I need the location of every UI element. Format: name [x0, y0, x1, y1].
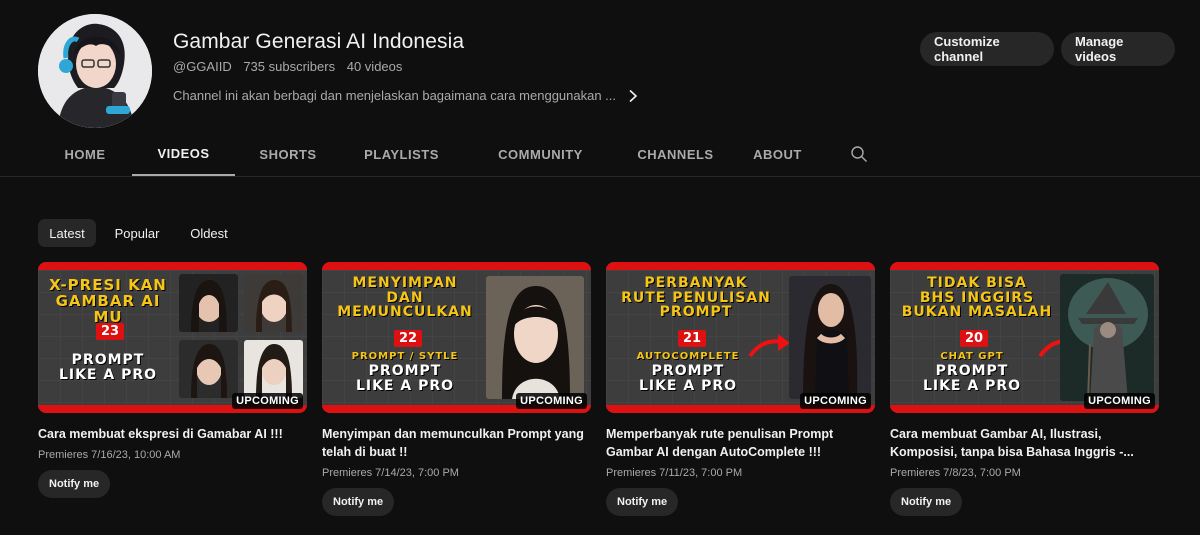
tab-home[interactable]: HOME: [38, 132, 132, 176]
thumbnail-heading: PERBANYAK RUTE PENULISAN PROMPT: [621, 275, 771, 321]
video-thumbnail[interactable]: X-PRESI KAN GAMBAR AI MU 23 PROMPT LIKE …: [38, 262, 307, 413]
thumbnail-subheading: PROMPT / SYTLE: [351, 351, 459, 362]
portrait-image: [244, 340, 303, 398]
video-card[interactable]: X-PRESI KAN GAMBAR AI MU 23 PROMPT LIKE …: [38, 262, 307, 498]
channel-tabs: HOME VIDEOS SHORTS PLAYLISTS COMMUNITY C…: [38, 132, 823, 176]
notify-me-button[interactable]: Notify me: [890, 488, 963, 516]
thumbnail-tagline: PROMPT LIKE A PRO: [58, 352, 158, 383]
upcoming-badge: UPCOMING: [232, 393, 303, 409]
portrait-image: [179, 340, 238, 398]
thumbnail-top-bar: [322, 262, 591, 270]
thumbnail-top-bar: [606, 262, 875, 270]
notify-me-button[interactable]: Notify me: [38, 470, 111, 498]
filter-latest[interactable]: Latest: [38, 219, 96, 247]
filter-popular[interactable]: Popular: [104, 219, 170, 247]
channel-description-text: Channel ini akan berbagi dan menjelaskan…: [173, 88, 617, 103]
video-title[interactable]: Menyimpan dan memunculkan Prompt yang te…: [322, 425, 591, 461]
thumbnail-heading: X-PRESI KAN GAMBAR AI MU: [49, 276, 167, 326]
video-thumbnail[interactable]: TIDAK BISA BHS INGGIRS BUKAN MASALAH 20 …: [890, 262, 1159, 413]
thumbnail-subheading: CHAT GPT: [940, 351, 1004, 362]
channel-title: Gambar Generasi AI Indonesia: [173, 30, 465, 53]
subscriber-count: 735 subscribers: [243, 59, 336, 74]
premiere-date: Premieres 7/14/23, 7:00 PM: [322, 467, 459, 479]
notify-me-button[interactable]: Notify me: [606, 488, 679, 516]
tab-channels[interactable]: CHANNELS: [619, 132, 732, 176]
video-title[interactable]: Memperbanyak rute penulisan Prompt Gamba…: [606, 425, 875, 461]
manage-videos-button[interactable]: Manage videos: [1061, 32, 1175, 66]
video-thumbnail[interactable]: MENYIMPAN DAN MEMUNCULKAN 22 PROMPT / SY…: [322, 262, 591, 413]
filter-oldest[interactable]: Oldest: [178, 219, 240, 247]
upcoming-badge: UPCOMING: [516, 393, 587, 409]
arrow-right-icon: [748, 334, 790, 358]
thumbnail-number: 22: [394, 330, 423, 347]
thumbnail-tagline: PROMPT LIKE A PRO: [355, 363, 455, 394]
portrait-image: [486, 276, 584, 399]
channel-description[interactable]: Channel ini akan berbagi dan menjelaskan…: [173, 88, 640, 103]
portrait-image: [179, 274, 238, 332]
avatar-illustration: [38, 14, 152, 128]
thumbnail-tagline: PROMPT LIKE A PRO: [922, 363, 1022, 394]
video-title[interactable]: Cara membuat ekspresi di Gamabar AI !!!: [38, 425, 307, 443]
tab-videos[interactable]: VIDEOS: [132, 132, 235, 176]
channel-handle: @GGAIID: [173, 59, 232, 74]
chevron-right-icon[interactable]: [626, 89, 640, 103]
video-card[interactable]: MENYIMPAN DAN MEMUNCULKAN 22 PROMPT / SY…: [322, 262, 591, 516]
notify-me-button[interactable]: Notify me: [322, 488, 395, 516]
thumbnail-number: 23: [96, 323, 125, 340]
portrait-image: [244, 274, 303, 332]
portrait-image: [789, 276, 871, 399]
thumbnail-number: 20: [960, 330, 989, 347]
thumbnail-number: 21: [678, 330, 707, 347]
thumbnail-tagline: PROMPT LIKE A PRO: [638, 363, 738, 394]
portrait-image: [1060, 274, 1154, 401]
premiere-date: Premieres 7/8/23, 7:00 PM: [890, 467, 1021, 479]
video-card[interactable]: TIDAK BISA BHS INGGIRS BUKAN MASALAH 20 …: [890, 262, 1159, 516]
premiere-date: Premieres 7/16/23, 10:00 AM: [38, 449, 181, 461]
tab-playlists[interactable]: PLAYLISTS: [341, 132, 462, 176]
tab-about[interactable]: ABOUT: [732, 132, 823, 176]
thumbnail-subheading: AUTOCOMPLETE: [636, 351, 740, 362]
premiere-date: Premieres 7/11/23, 7:00 PM: [606, 467, 743, 479]
upcoming-badge: UPCOMING: [1084, 393, 1155, 409]
thumbnail-heading: MENYIMPAN DAN MEMUNCULKAN: [337, 275, 473, 321]
tabs-divider: [0, 176, 1200, 177]
search-icon[interactable]: [850, 145, 868, 163]
tab-shorts[interactable]: SHORTS: [235, 132, 341, 176]
upcoming-badge: UPCOMING: [800, 393, 871, 409]
channel-avatar[interactable]: [38, 14, 152, 128]
sort-filters: Latest Popular Oldest: [38, 219, 240, 247]
thumbnail-top-bar: [890, 262, 1159, 270]
video-card[interactable]: PERBANYAK RUTE PENULISAN PROMPT 21 AUTOC…: [606, 262, 875, 516]
tab-community[interactable]: COMMUNITY: [462, 132, 619, 176]
thumbnail-heading: TIDAK BISA BHS INGGIRS BUKAN MASALAH: [901, 275, 1053, 321]
video-title[interactable]: Cara membuat Gambar AI, Ilustrasi, Kompo…: [890, 425, 1159, 461]
video-count: 40 videos: [346, 59, 403, 74]
video-thumbnail[interactable]: PERBANYAK RUTE PENULISAN PROMPT 21 AUTOC…: [606, 262, 875, 413]
customize-channel-button[interactable]: Customize channel: [920, 32, 1054, 66]
thumbnail-top-bar: [38, 262, 307, 270]
channel-meta: @GGAIID 735 subscribers 40 videos: [173, 59, 410, 74]
